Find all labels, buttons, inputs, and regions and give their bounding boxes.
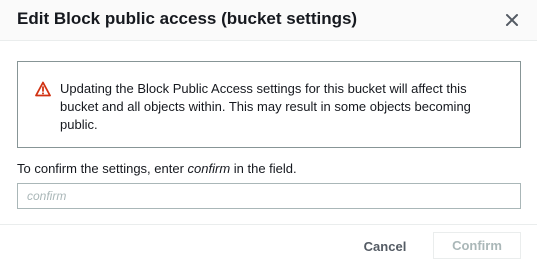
confirm-input[interactable]	[17, 183, 521, 209]
confirm-button[interactable]: Confirm	[433, 232, 521, 259]
close-button[interactable]	[500, 8, 524, 32]
dialog-title: Edit Block public access (bucket setting…	[17, 9, 358, 28]
edit-block-public-access-dialog: Edit Block public access (bucket setting…	[0, 0, 537, 265]
alert-message: Updating the Block Public Access setting…	[60, 81, 471, 132]
close-icon	[506, 14, 518, 26]
dialog-header: Edit Block public access (bucket setting…	[0, 0, 537, 41]
confirm-instruction: To confirm the settings, enter confirm i…	[17, 161, 297, 176]
warning-icon	[35, 81, 51, 97]
footer-divider	[0, 224, 537, 225]
warning-alert: Updating the Block Public Access setting…	[17, 61, 521, 148]
cancel-button[interactable]: Cancel	[355, 233, 415, 259]
confirm-instruction-suffix: in the field.	[230, 161, 297, 176]
confirm-instruction-prefix: To confirm the settings, enter	[17, 161, 188, 176]
confirm-keyword: confirm	[187, 161, 231, 176]
